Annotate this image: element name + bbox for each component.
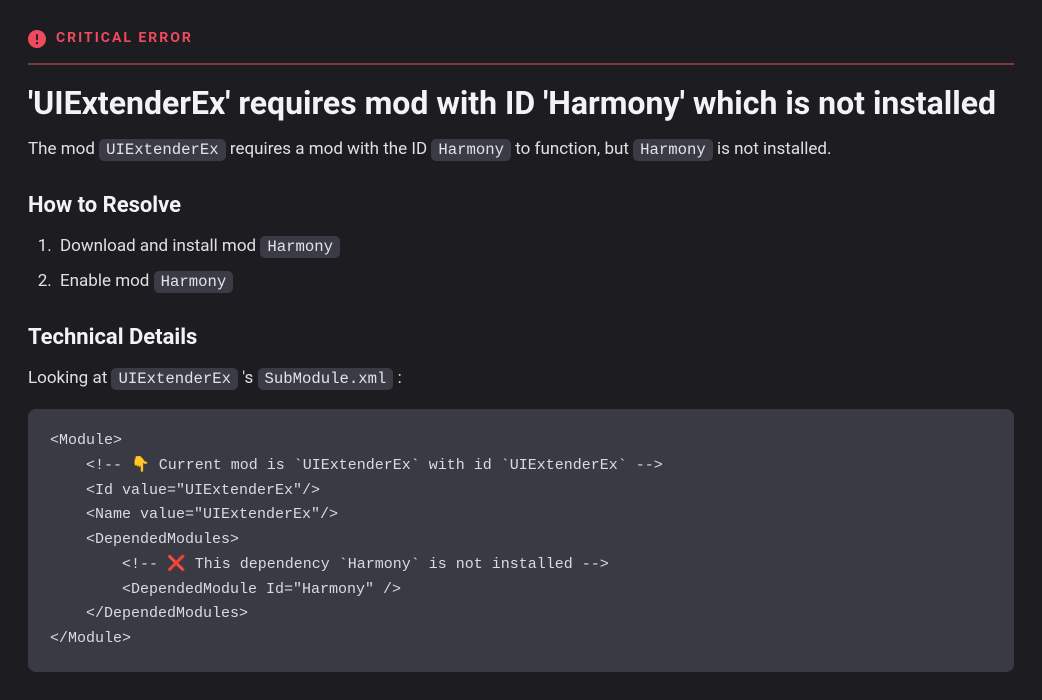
error-description: The mod UIExtenderEx requires a mod with… <box>28 137 1014 163</box>
list-item: Enable mod Harmony <box>56 269 1014 295</box>
dependency-code: Harmony <box>431 139 511 161</box>
step-text: Download and install mod <box>60 236 260 256</box>
dependency-code: Harmony <box>260 236 340 258</box>
dependency-code: Harmony <box>633 139 713 161</box>
file-name-code: SubModule.xml <box>258 368 394 390</box>
desc-text: requires a mod with the ID <box>226 139 432 159</box>
resolve-steps: Download and install mod Harmony Enable … <box>28 234 1014 295</box>
desc-text: The mod <box>28 139 99 159</box>
dependency-code: Harmony <box>154 271 234 293</box>
step-text: Enable mod <box>60 271 154 291</box>
resolve-heading: How to Resolve <box>28 189 1014 222</box>
tech-text: 's <box>238 368 258 388</box>
list-item: Download and install mod Harmony <box>56 234 1014 260</box>
alert-circle-icon <box>28 30 46 48</box>
desc-text: to function, but <box>511 139 633 159</box>
mod-name-code: UIExtenderEx <box>99 139 226 161</box>
error-title: 'UIExtenderEx' requires mod with ID 'Har… <box>28 83 1014 123</box>
xml-code-block: <Module> <!-- 👇 Current mod is `UIExtend… <box>28 409 1014 672</box>
critical-error-banner: CRITICAL ERROR <box>28 28 1014 65</box>
tech-text: Looking at <box>28 368 111 388</box>
tech-text: : <box>393 368 401 388</box>
technical-heading: Technical Details <box>28 321 1014 354</box>
desc-text: is not installed. <box>713 139 832 159</box>
critical-error-label: CRITICAL ERROR <box>56 28 193 49</box>
mod-name-code: UIExtenderEx <box>111 368 238 390</box>
technical-intro: Looking at UIExtenderEx 's SubModule.xml… <box>28 366 1014 392</box>
